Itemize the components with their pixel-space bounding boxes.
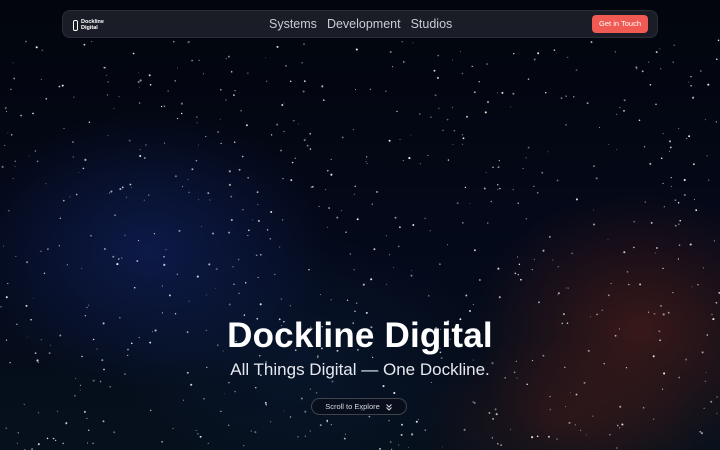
scroll-to-explore-button[interactable]: Scroll to Explore <box>311 398 407 415</box>
get-in-touch-button[interactable]: Get in Touch <box>592 15 648 33</box>
dockline-logo-icon <box>73 19 78 31</box>
scroll-to-explore-label: Scroll to Explore <box>325 402 380 411</box>
hero-title: Dockline Digital <box>227 316 493 355</box>
nav-links: Systems Development Studios <box>269 11 452 37</box>
top-navigation-bar: Dockline Digital Systems Development Stu… <box>62 10 658 38</box>
brand-name-line2: Digital <box>81 25 98 31</box>
hero-subtitle: All Things Digital — One Dockline. <box>230 360 490 379</box>
brand-name: Dockline Digital <box>81 19 104 31</box>
brand-logo[interactable]: Dockline Digital <box>73 17 104 33</box>
nav-link-studios[interactable]: Studios <box>411 17 453 31</box>
double-chevron-down-icon <box>385 403 393 411</box>
nav-link-development[interactable]: Development <box>327 17 401 31</box>
starfield-stars <box>0 39 720 450</box>
nav-link-systems[interactable]: Systems <box>269 17 317 31</box>
